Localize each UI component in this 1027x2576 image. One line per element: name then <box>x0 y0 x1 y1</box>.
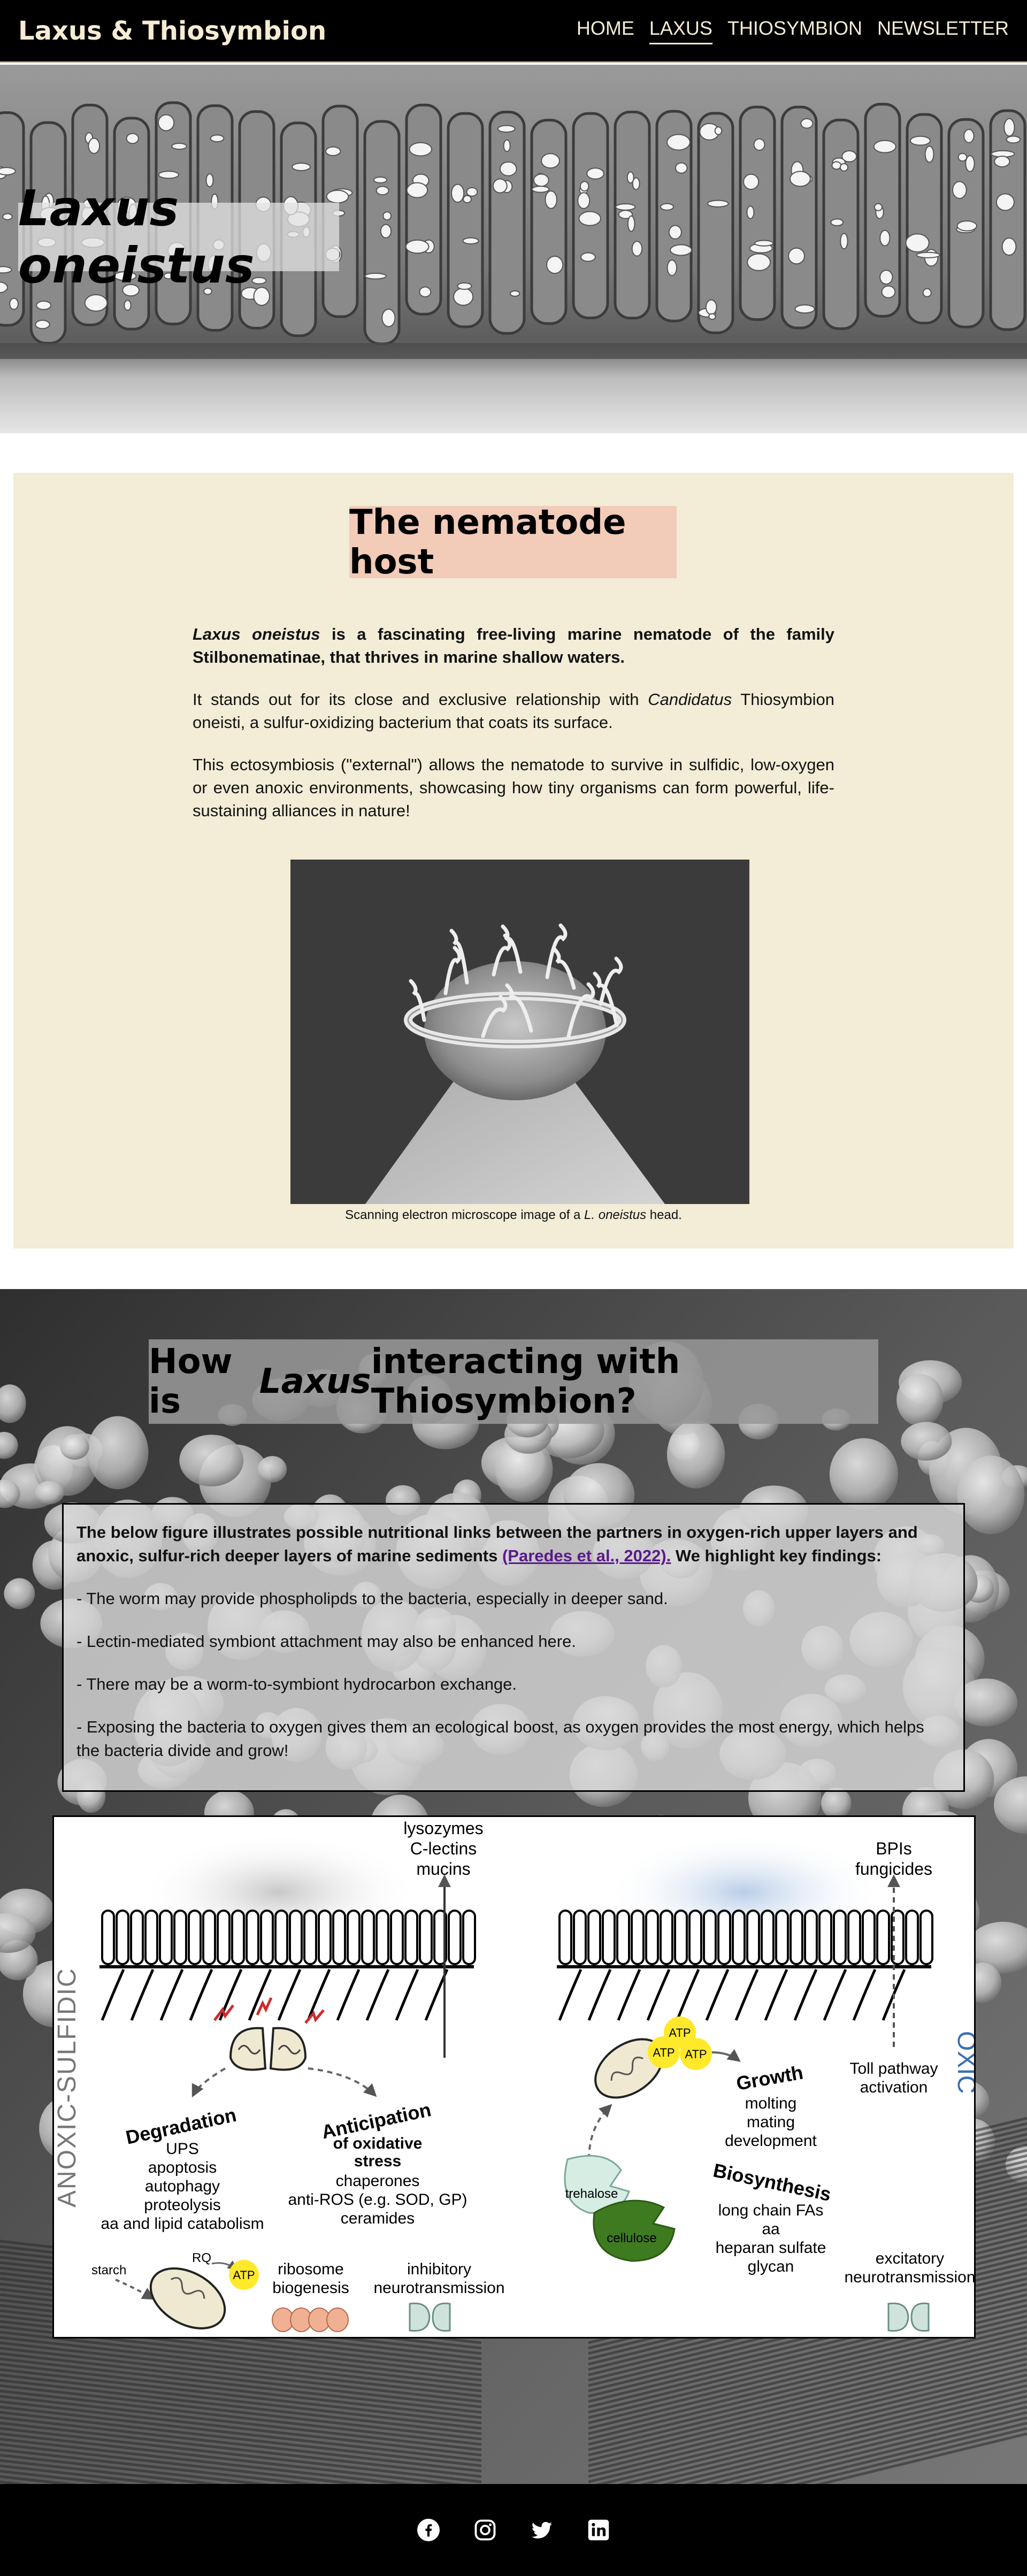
atp-label: ATP <box>669 2026 691 2040</box>
inhibitory-label-2: neurotransmission <box>373 2279 504 2297</box>
ant-item: chaperones <box>336 2172 420 2190</box>
finding-item: - Exposing the bacteria to oxygen gives … <box>76 1718 924 1760</box>
fungicides-label: fungicides <box>855 1859 932 1879</box>
c-lectins-label: C-lectins <box>410 1839 477 1858</box>
reference-link[interactable]: (Paredes et al., 2022). <box>502 1546 671 1565</box>
finding-item: - Lectin-mediated symbiont attachment ma… <box>76 1632 576 1651</box>
finding-item: - There may be a worm-to-symbiont hydroc… <box>76 1675 517 1693</box>
finding-item: - The worm may provide phospholipds to t… <box>76 1589 668 1608</box>
instagram-icon[interactable] <box>474 2519 496 2541</box>
oxidative-label-2: stress <box>354 2152 401 2170</box>
ant-item: ceramides <box>341 2210 415 2227</box>
bio-item: glycan <box>748 2258 794 2275</box>
atp-label: ATP <box>685 2048 707 2061</box>
hero-title: Laxus oneistus <box>18 180 339 294</box>
ribosome-label-2: biogenesis <box>272 2279 349 2297</box>
heading-part-2: interacting with Thiosymbion? <box>371 1342 680 1421</box>
growth-item: development <box>725 2132 817 2150</box>
site-brand[interactable]: Laxus & Thiosymbion <box>18 16 326 46</box>
nav-item-home[interactable]: HOME <box>577 17 634 44</box>
deg-item: autophagy <box>145 2178 220 2195</box>
host-paragraph-3: This ectosymbiosis ("external") allows t… <box>193 755 834 820</box>
sem-image <box>290 860 749 1204</box>
hero-banner: Laxus oneistus <box>0 65 1027 433</box>
interaction-section: How is Laxus interacting with Thiosymbio… <box>0 1289 1027 2484</box>
deg-item: apoptosis <box>148 2159 217 2176</box>
excitatory-label-1: excitatory <box>876 2250 944 2267</box>
ant-item: anti-ROS (e.g. SOD, GP) <box>288 2191 467 2209</box>
lysozymes-label: lysozymes <box>403 1819 483 1838</box>
caption-end: head. <box>646 1208 682 1222</box>
trehalose-label: trehalose <box>565 2187 618 2201</box>
anoxic-sulfidic-label: ANOXIC-SULFIDIC <box>54 1967 81 2207</box>
heading-italic: Laxus <box>259 1362 371 1401</box>
mitochondrion-icon <box>149 2267 226 2329</box>
oxidative-label-1: of oxidative <box>333 2135 423 2152</box>
sem-image-caption: Scanning electron microscope image of a … <box>13 1208 1014 1223</box>
growth-item: molting <box>745 2095 797 2112</box>
growth-item: mating <box>747 2113 795 2131</box>
split-mitochondrion-icon <box>213 1997 325 2071</box>
nematode-host-section: The nematode host Laxus oneistus is a fa… <box>13 473 1014 1248</box>
ribosome-icon <box>272 2307 349 2332</box>
site-footer <box>0 2484 1027 2576</box>
cellulose-label: cellulose <box>607 2231 656 2245</box>
excitatory-label-2: neurotransmission <box>844 2268 974 2286</box>
top-navigation: Laxus & Thiosymbion HOME LAXUS THIOSYMBI… <box>0 0 1027 63</box>
bio-item: heparan sulfate <box>716 2239 826 2257</box>
caption-text: Scanning electron microscope image of a <box>345 1208 585 1222</box>
deg-item: UPS <box>166 2140 199 2158</box>
deg-item: aa and lipid catabolism <box>101 2215 264 2233</box>
findings-intro-end: We highlight key findings: <box>671 1546 882 1565</box>
nav-item-newsletter[interactable]: NEWSLETTER <box>877 17 1009 44</box>
heading-part-1: How is <box>149 1342 233 1421</box>
linkedin-icon[interactable] <box>587 2519 610 2541</box>
nav-item-thiosymbion[interactable]: THIOSYMBION <box>727 17 862 44</box>
section-heading-interaction: How is Laxus interacting with Thiosymbio… <box>149 1339 878 1424</box>
twitter-icon[interactable] <box>531 2519 553 2541</box>
atp-cluster: ATP ATP ATP <box>648 2017 712 2070</box>
host-paragraph-2-text: It stands out for its close and exclusiv… <box>193 690 648 709</box>
nav-item-laxus[interactable]: LAXUS <box>649 17 712 44</box>
cellulose-shape: cellulose <box>593 2199 676 2262</box>
inhibitory-label-1: inhibitory <box>407 2260 471 2278</box>
genus-name: Candidatus <box>648 690 732 709</box>
synapse-icon <box>887 2302 930 2332</box>
deg-item: proteolysis <box>144 2196 220 2214</box>
bpis-label: BPIs <box>876 1839 912 1858</box>
toll-label-2: activation <box>860 2079 928 2096</box>
bio-item: long chain FAs <box>718 2202 824 2219</box>
host-paragraph-1: Laxus oneistus is a fascinating free-liv… <box>193 623 834 669</box>
toll-label-1: Toll pathway <box>849 2060 938 2077</box>
findings-intro: The below figure illustrates possible nu… <box>76 1521 951 1568</box>
ribosome-label-1: ribosome <box>278 2260 343 2278</box>
biosynthesis-heading: Biosynthesis <box>711 2159 833 2205</box>
bio-item: aa <box>762 2220 780 2238</box>
caption-species: L. oneistus <box>584 1208 647 1222</box>
atp-label: ATP <box>233 2268 255 2282</box>
host-paragraph-2: It stands out for its close and exclusiv… <box>193 688 834 734</box>
facebook-icon[interactable] <box>417 2519 440 2541</box>
species-name: Laxus oneistus <box>193 625 320 643</box>
findings-box: The below figure illustrates possible nu… <box>62 1503 965 1792</box>
rq-label: RQ <box>192 2251 211 2265</box>
interaction-figure: ANOXIC-SULFIDIC OXIC lysozymes C-lectins… <box>52 1815 976 2339</box>
nav-menu: HOME LAXUS THIOSYMBION NEWSLETTER <box>577 17 1009 44</box>
host-description: Laxus oneistus is a fascinating free-liv… <box>193 623 834 841</box>
section-heading-host: The nematode host <box>349 503 677 582</box>
starch-label: starch <box>91 2263 126 2278</box>
atp-label: ATP <box>653 2046 675 2059</box>
synapse-icon <box>409 2302 451 2332</box>
mucins-label: mucins <box>416 1859 470 1879</box>
oxic-label: OXIC <box>952 2031 974 2094</box>
growth-heading: Growth <box>734 2061 804 2095</box>
